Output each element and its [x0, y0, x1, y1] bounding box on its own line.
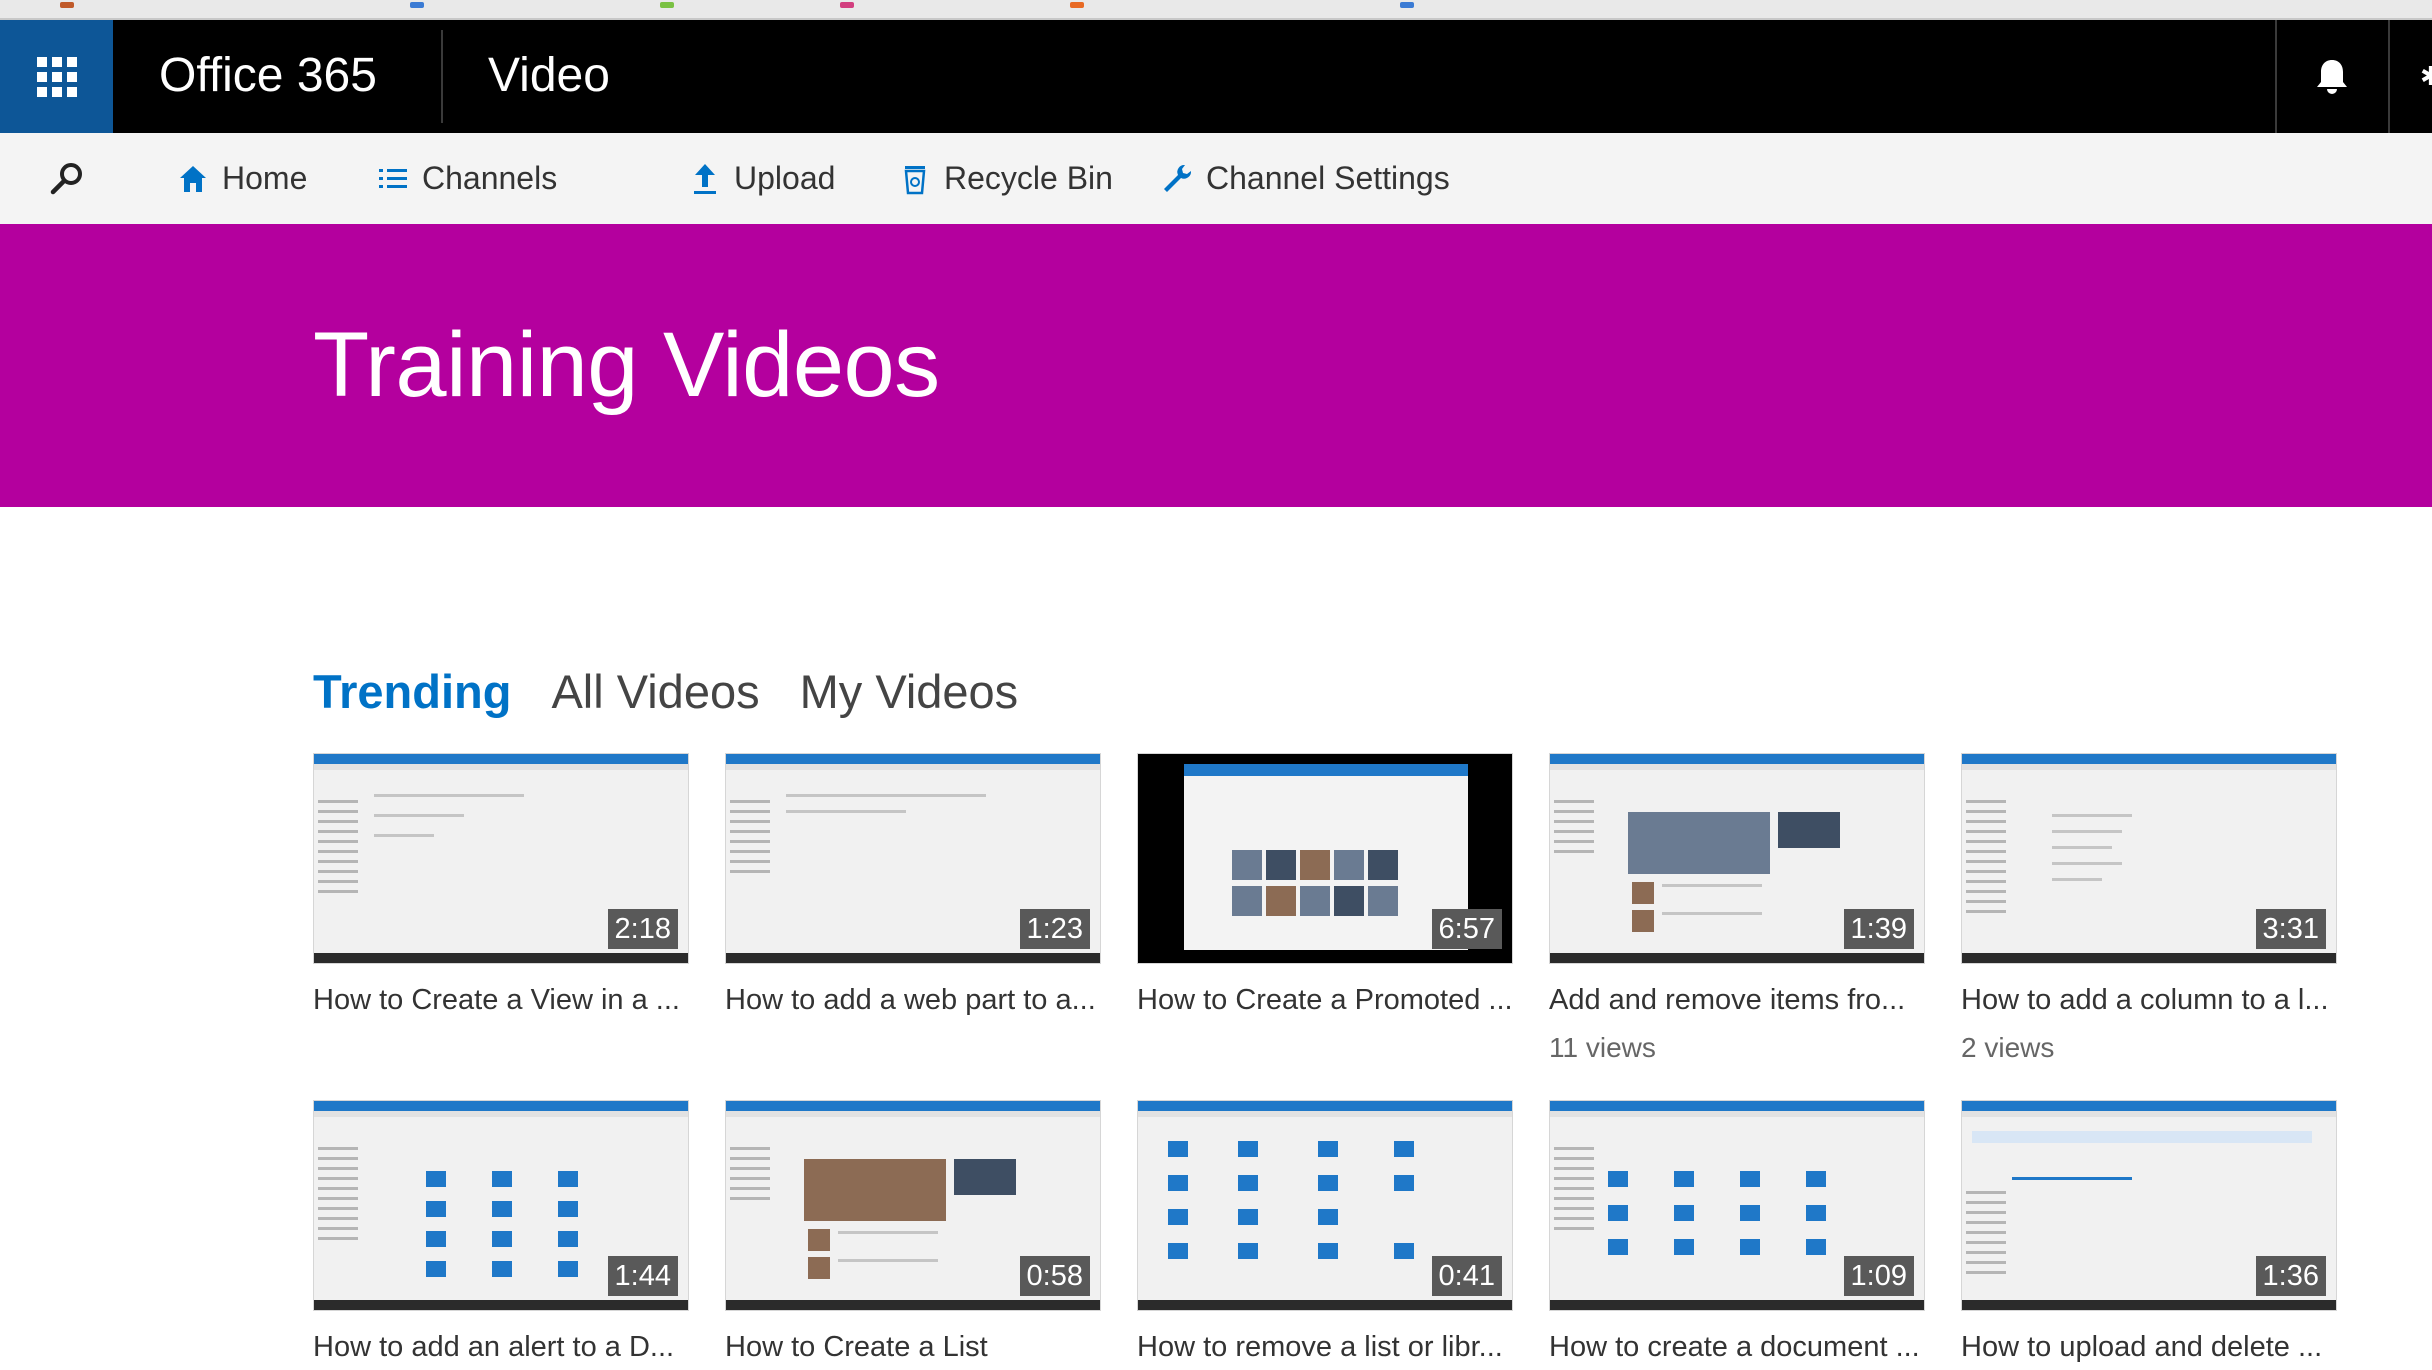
- video-card[interactable]: 0:58 How to Create a List: [725, 1100, 1101, 1367]
- video-thumbnail[interactable]: 1:09: [1549, 1100, 1925, 1311]
- video-card[interactable]: 2:18 How to Create a View in a ...: [313, 753, 689, 1020]
- video-title[interactable]: How to Create a View in a ...: [313, 980, 689, 1020]
- app-title[interactable]: Video: [488, 46, 610, 106]
- video-thumbnail[interactable]: 1:39: [1549, 753, 1925, 964]
- tab-trending[interactable]: Trending: [313, 660, 511, 724]
- video-title[interactable]: How to create a document ...: [1549, 1327, 1925, 1367]
- wrench-icon: [1160, 162, 1194, 196]
- nav-channel-settings-label: Channel Settings: [1206, 160, 1450, 196]
- home-icon: [176, 162, 210, 196]
- browser-icon: [660, 2, 674, 8]
- video-duration: 2:18: [607, 909, 678, 949]
- recycle-bin-icon: [898, 162, 932, 196]
- video-title[interactable]: How to add an alert to a D...: [313, 1327, 689, 1367]
- suite-divider: [441, 30, 443, 123]
- browser-toolbar-strip: [0, 0, 2432, 20]
- video-duration: 3:31: [2255, 909, 2326, 949]
- notifications-button[interactable]: [2275, 20, 2388, 133]
- video-duration: 1:09: [1843, 1256, 1914, 1296]
- video-title[interactable]: How to add a column to a l...: [1961, 980, 2337, 1020]
- video-title[interactable]: How to Create a List: [725, 1327, 1101, 1367]
- video-card[interactable]: 6:57 How to Create a Promoted ...: [1137, 753, 1513, 1020]
- suite-bar: Office 365 Video ✱: [0, 20, 2432, 133]
- video-tabs: Trending All Videos My Videos: [313, 660, 1058, 724]
- nav-channels-label: Channels: [422, 160, 558, 196]
- upload-icon: [688, 162, 722, 196]
- video-card[interactable]: 1:36 How to upload and delete ...: [1961, 1100, 2337, 1367]
- video-duration: 1:36: [2255, 1256, 2326, 1296]
- settings-gear-icon[interactable]: ✱: [2420, 64, 2432, 88]
- video-title[interactable]: How to add a web part to a...: [725, 980, 1101, 1020]
- video-duration: 0:58: [1019, 1256, 1090, 1296]
- video-card[interactable]: 1:44 How to add an alert to a D...: [313, 1100, 689, 1367]
- video-thumbnail[interactable]: 3:31: [1961, 753, 2337, 964]
- list-icon: [376, 162, 410, 196]
- suite-title[interactable]: Office 365: [159, 46, 377, 106]
- nav-channels[interactable]: Channels: [376, 133, 557, 224]
- browser-icon: [840, 2, 854, 8]
- nav-recycle-bin[interactable]: Recycle Bin: [898, 133, 1113, 224]
- video-thumbnail[interactable]: 0:41: [1137, 1100, 1513, 1311]
- video-thumbnail[interactable]: 0:58: [725, 1100, 1101, 1311]
- nav-recycle-bin-label: Recycle Bin: [944, 160, 1113, 196]
- video-duration: 1:23: [1019, 909, 1090, 949]
- video-card[interactable]: 1:09 How to create a document ...: [1549, 1100, 1925, 1367]
- divider: [2388, 20, 2390, 133]
- video-card[interactable]: 1:23 How to add a web part to a...: [725, 753, 1101, 1020]
- browser-icon: [1400, 2, 1414, 8]
- bell-icon: [2316, 59, 2347, 94]
- search-icon: [50, 163, 82, 195]
- video-card[interactable]: 1:39 Add and remove items fro... 11 view…: [1549, 753, 1925, 1068]
- video-title[interactable]: How to remove a list or libr...: [1137, 1327, 1513, 1367]
- video-duration: 1:39: [1843, 909, 1914, 949]
- browser-icon: [410, 2, 424, 8]
- video-views: 2 views: [1961, 1032, 2055, 1063]
- tab-my-videos[interactable]: My Videos: [800, 660, 1019, 724]
- channel-title: Training Videos: [313, 314, 940, 416]
- channel-banner: Training Videos: [0, 224, 2432, 507]
- video-thumbnail[interactable]: 1:36: [1961, 1100, 2337, 1311]
- video-duration: 0:41: [1431, 1256, 1502, 1296]
- video-views: 11 views: [1549, 1032, 1656, 1063]
- video-duration: 1:44: [607, 1256, 678, 1296]
- nav-upload-label: Upload: [734, 160, 836, 196]
- video-thumbnail[interactable]: 6:57: [1137, 753, 1513, 964]
- nav-channel-settings[interactable]: Channel Settings: [1160, 133, 1450, 224]
- video-thumbnail[interactable]: 2:18: [313, 753, 689, 964]
- video-duration: 6:57: [1431, 909, 1502, 949]
- video-card[interactable]: 3:31 How to add a column to a l... 2 vie…: [1961, 753, 2337, 1068]
- tab-all-videos[interactable]: All Videos: [551, 660, 759, 724]
- video-thumbnail[interactable]: 1:44: [313, 1100, 689, 1311]
- video-title[interactable]: How to Create a Promoted ...: [1137, 980, 1513, 1020]
- waffle-icon: [36, 56, 77, 97]
- command-bar: Home Channels Upload Recycle Bin Channel…: [0, 133, 2432, 224]
- app-launcher-button[interactable]: [0, 20, 113, 133]
- nav-upload[interactable]: Upload: [688, 133, 835, 224]
- search-button[interactable]: [42, 153, 92, 203]
- nav-home[interactable]: Home: [176, 133, 307, 224]
- video-title[interactable]: Add and remove items fro...: [1549, 980, 1925, 1020]
- nav-home-label: Home: [222, 160, 308, 196]
- video-title[interactable]: How to upload and delete ...: [1961, 1327, 2337, 1367]
- video-thumbnail[interactable]: 1:23: [725, 753, 1101, 964]
- browser-icon: [60, 2, 74, 8]
- video-card[interactable]: 0:41 How to remove a list or libr...: [1137, 1100, 1513, 1367]
- browser-icon: [1070, 2, 1084, 8]
